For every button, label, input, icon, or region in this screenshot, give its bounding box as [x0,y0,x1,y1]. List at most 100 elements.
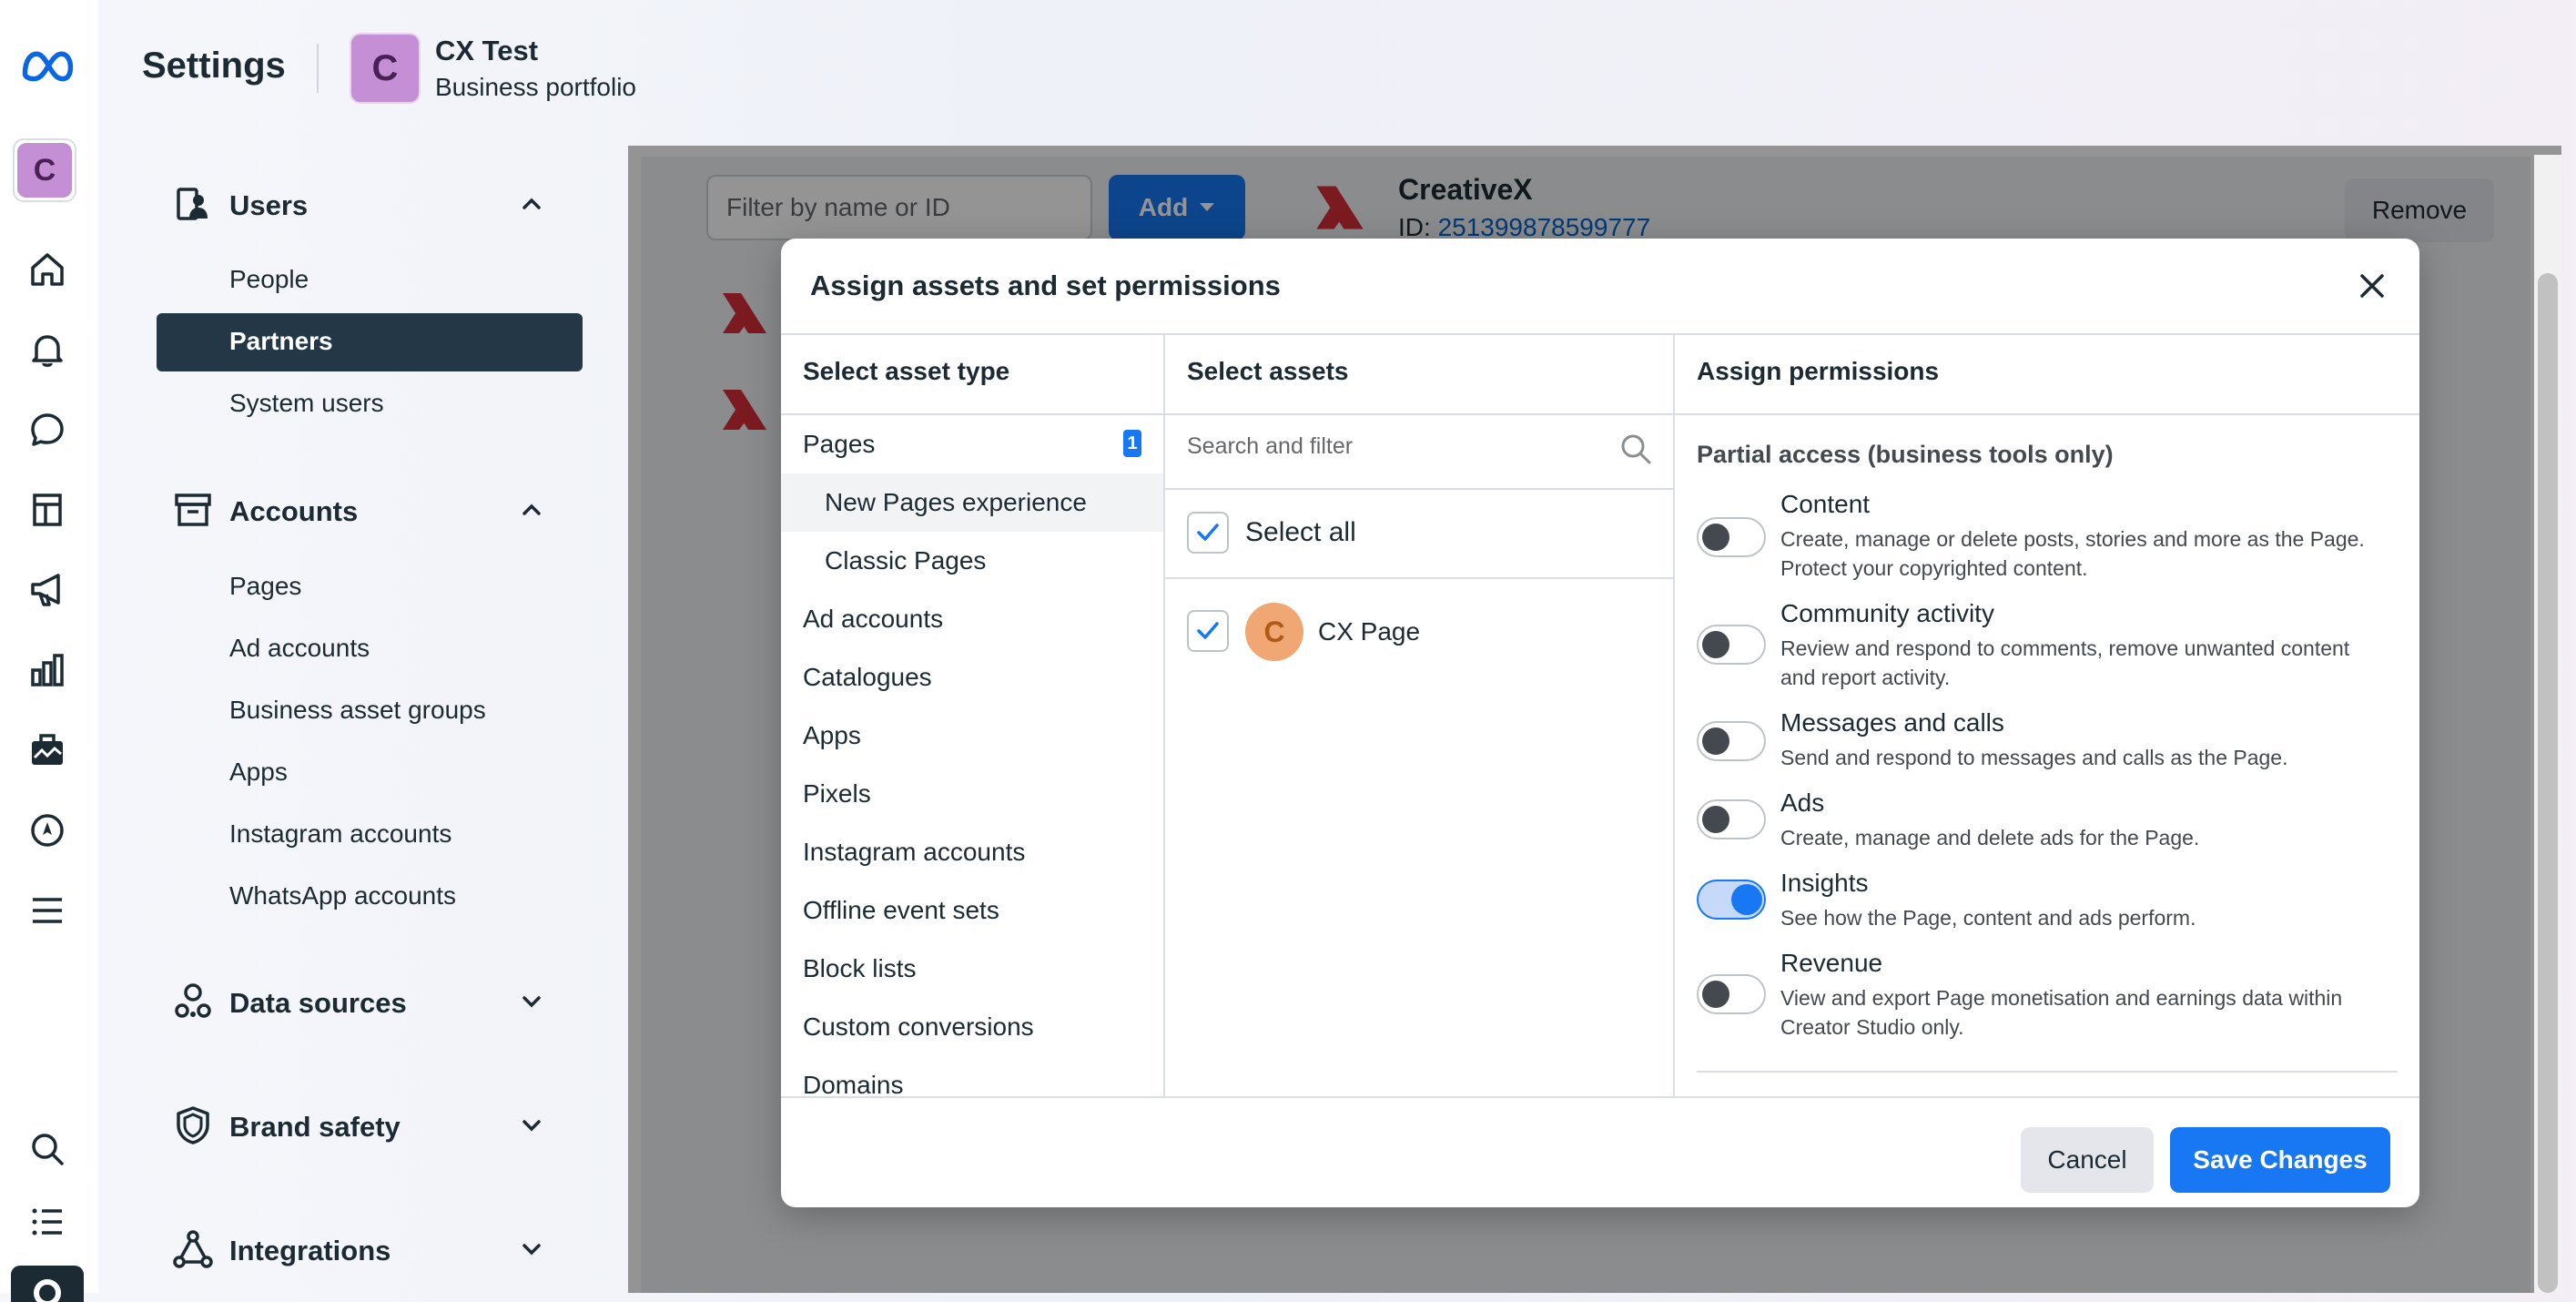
asset-type-pixels[interactable]: Pixels [803,779,871,809]
megaphone-icon[interactable] [20,563,75,617]
asset-type-new-pages-experience[interactable]: New Pages experience [825,488,1087,517]
toggle-knob [1702,806,1729,833]
toggle-ads[interactable] [1697,799,1766,839]
column-header-asset-type: Select asset type [803,357,1010,385]
asset-type-catalogues[interactable]: Catalogues [803,663,932,692]
column-header-permissions: Assign permissions [1697,357,1940,385]
permission-desc: Create, manage or delete posts, stories … [1780,527,2365,580]
chevron-up-icon[interactable] [517,189,546,219]
meta-logo-icon[interactable] [20,38,75,93]
settings-icon[interactable] [11,1266,84,1302]
chevron-down-icon[interactable] [517,987,546,1016]
sidebar-item-partners[interactable] [157,313,583,371]
permission-title: Revenue [1780,949,1883,977]
sidebar-item-system-users[interactable]: System users [229,389,384,418]
toggle-community-activity[interactable] [1697,625,1766,665]
pages-icon[interactable] [20,483,75,537]
check-icon [1197,622,1219,639]
asset-type-custom-conversions[interactable]: Custom conversions [803,1012,1034,1042]
select-all-checkbox[interactable] [1187,512,1229,554]
sidebar-item-instagram-accounts[interactable]: Instagram accounts [229,819,451,849]
asset-type-ad-accounts[interactable]: Ad accounts [803,605,943,634]
header-divider [781,333,2419,335]
asset-type-apps[interactable]: Apps [803,721,861,750]
count-badge: 1 [1123,430,1141,457]
home-icon[interactable] [20,242,75,297]
search-divider [1163,488,1673,490]
toggle-content[interactable] [1697,517,1766,557]
asset-type-instagram-accounts[interactable]: Instagram accounts [803,838,1025,867]
asset-type-classic-pages[interactable]: Classic Pages [825,546,986,575]
briefcase-icon[interactable] [20,723,75,778]
column-divider [1673,333,1675,1096]
icon-rail: C [0,0,98,1302]
bell-icon[interactable] [20,322,75,377]
compass-icon[interactable] [20,803,75,858]
save-changes-button[interactable]: Save Changes [2170,1127,2390,1193]
asset-search-input[interactable]: Search and filter [1187,433,1353,460]
assign-assets-dialog: Assign assets and set permissions Select… [781,239,2419,1207]
permission-title: Insights [1780,869,1869,897]
nav-section-brand-safety[interactable]: Brand safety [229,1111,401,1144]
footer-divider [781,1096,2419,1098]
close-icon[interactable] [2352,266,2392,306]
business-avatar[interactable]: C [351,35,419,102]
asset-type-pages[interactable]: Pages [803,430,875,459]
toggle-knob [1731,884,1762,915]
toggle-revenue[interactable] [1697,974,1766,1014]
page-title: Settings [142,46,286,86]
toggle-insights[interactable] [1697,880,1766,920]
scrollbar-thumb[interactable] [2538,273,2558,1293]
sidebar-item-pages[interactable]: Pages [229,572,301,601]
avatar: C [17,143,72,198]
select-all-divider [1163,577,1673,579]
chevron-up-icon[interactable] [517,495,546,524]
permission-title: Messages and calls [1780,708,2004,737]
list-icon[interactable] [20,1195,75,1249]
sidebar-item-partners-label[interactable]: Partners [229,327,333,356]
permissions-footer-rule [1697,1071,2398,1073]
business-name[interactable]: CX Test [435,35,538,67]
bar-chart-icon[interactable] [20,643,75,697]
nav-section-data-sources[interactable]: Data sources [229,987,407,1020]
cancel-button[interactable]: Cancel [2021,1127,2154,1193]
partial-access-label: Partial access (business tools only) [1697,441,2114,468]
permission-desc: Send and respond to messages and calls a… [1780,746,2288,769]
nav-section-integrations[interactable]: Integrations [229,1235,390,1267]
sidebar-item-apps[interactable]: Apps [229,758,288,787]
asset-name[interactable]: CX Page [1318,617,1420,646]
chevron-down-icon[interactable] [517,1235,546,1264]
permission-desc: Create, manage and delete ads for the Pa… [1780,826,2200,849]
sidebar-item-ad-accounts[interactable]: Ad accounts [229,634,370,663]
toggle-messages-and-calls[interactable] [1697,721,1766,761]
asset-checkbox[interactable] [1187,610,1229,652]
toggle-knob [1702,631,1729,658]
chat-icon[interactable] [20,402,75,457]
sidebar-item-people[interactable]: People [229,265,309,294]
permission-title: Content [1780,490,1871,518]
column-header-rule [781,413,2419,415]
account-switcher[interactable]: C [13,138,76,202]
menu-icon[interactable] [20,883,75,938]
data-sources-icon [171,980,215,1023]
search-icon[interactable] [20,1122,75,1176]
select-all-label[interactable]: Select all [1245,517,1356,548]
check-icon [1197,524,1219,541]
business-type: Business portfolio [435,73,637,101]
shield-icon [171,1104,215,1147]
dialog-title: Assign assets and set permissions [810,270,1281,301]
asset-type-block-lists[interactable]: Block lists [803,954,916,983]
nav-section-users[interactable]: Users [229,189,308,222]
header-divider [317,44,319,93]
toggle-knob [1702,981,1729,1008]
permission-desc: View and export Page monetisation and ea… [1780,986,2343,1039]
sidebar-item-whatsapp-accounts[interactable]: WhatsApp accounts [229,881,456,910]
chevron-down-icon[interactable] [517,1111,546,1140]
permission-title: Community activity [1780,599,1994,627]
asset-type-offline-event-sets[interactable]: Offline event sets [803,896,999,925]
toggle-knob [1702,727,1729,755]
column-header-assets: Select assets [1187,357,1349,385]
sidebar-item-business-asset-groups[interactable]: Business asset groups [229,696,486,725]
integrations-icon [171,1227,215,1271]
nav-section-accounts[interactable]: Accounts [229,495,358,528]
